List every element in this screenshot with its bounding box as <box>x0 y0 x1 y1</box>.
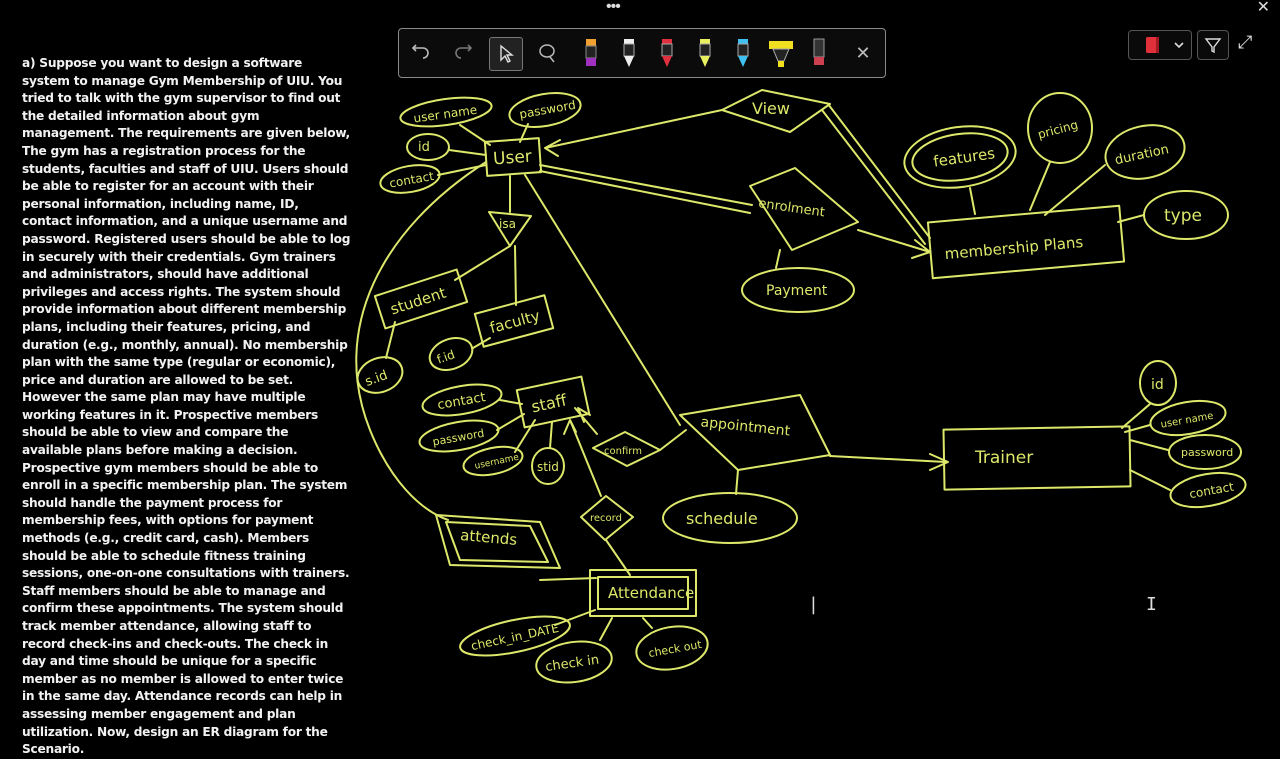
check-in-date-label: check_in_DATE <box>470 621 560 653</box>
record-label: record <box>590 513 622 524</box>
trainer-password-label: password <box>1181 446 1233 459</box>
s-id-label: s.id <box>363 368 390 390</box>
user-label: User <box>492 147 532 170</box>
attendance-label: Attendance <box>608 584 694 602</box>
schedule-label: schedule <box>686 509 758 528</box>
membership-plans-label: membership Plans <box>944 233 1084 263</box>
confirm-label: confirm <box>604 446 642 457</box>
type-label: type <box>1164 206 1202 226</box>
trainer-label: Trainer <box>974 448 1033 468</box>
view-label: View <box>752 99 790 118</box>
username-label: user name <box>413 103 478 126</box>
check-in-label: check in <box>544 653 600 675</box>
attends-label: attends <box>460 526 519 549</box>
features-label: features <box>932 144 996 170</box>
check-out-label: check out <box>647 638 703 660</box>
pricing-label: pricing <box>1036 118 1079 142</box>
password-label: password <box>518 98 577 122</box>
appointment-label: appointment <box>700 414 791 439</box>
trainer-contact-label: contact <box>1188 480 1235 502</box>
er-diagram: User user name password id contact isa s… <box>355 89 1247 684</box>
staff-username-label: username <box>474 453 521 472</box>
enrolment-label: enrolment <box>757 196 825 220</box>
id-label: id <box>418 140 430 155</box>
stid-label: stid <box>537 460 559 474</box>
f-id-label: f.id <box>435 347 457 366</box>
staff-label: staff <box>530 390 570 416</box>
trainer-id-label: id <box>1151 377 1164 393</box>
duration-label: duration <box>1114 142 1171 168</box>
isa-label: isa <box>499 217 516 231</box>
payment-label: Payment <box>766 283 828 299</box>
trainer-entity <box>942 425 1132 491</box>
trainer-username-label: user name <box>1160 411 1214 431</box>
